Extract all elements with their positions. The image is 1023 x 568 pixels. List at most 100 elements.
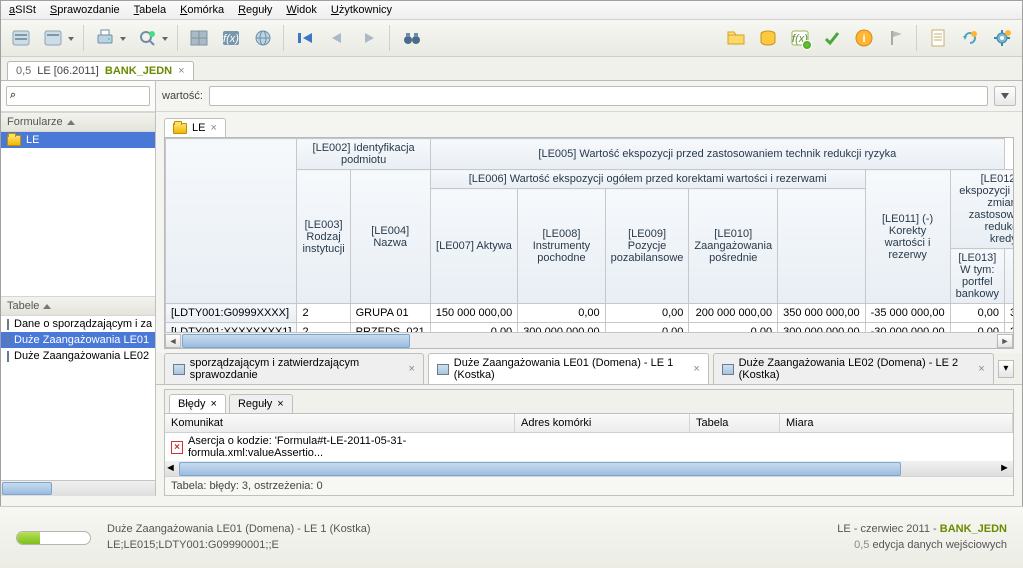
col-le004[interactable]: [LE004] Nazwa	[350, 170, 430, 304]
col-le013[interactable]: [LE013] W tym: portfel bankowy	[950, 249, 1004, 304]
col-le007[interactable]: [LE007] Aktywa	[430, 189, 517, 304]
tb-globe-icon[interactable]	[249, 24, 277, 52]
folder-icon	[173, 123, 187, 134]
err-col-komunikat[interactable]: Komunikat	[165, 414, 515, 432]
document-tab[interactable]: 0,5 LE [06.2011] BANK_JEDN ×	[7, 61, 194, 80]
table-icon	[7, 351, 9, 362]
sheet-tab-le[interactable]: LE ×	[164, 118, 226, 137]
value-dropdown-button[interactable]	[994, 86, 1016, 106]
errors-tab-bledy[interactable]: Błędy×	[169, 394, 226, 413]
bottom-tabs: sporządzającym i zatwierdzającym sprawoz…	[156, 353, 1022, 385]
svg-text:i: i	[862, 33, 865, 45]
left-panel: ⌕ Formularze LE Tabele Dane o sporządzaj…	[1, 81, 156, 496]
col-le002[interactable]: [LE002] Identyfikacja podmiotu	[297, 139, 430, 170]
table-row[interactable]: [LDTY001:G0999XXXX]2GRUPA 01150 000 000,…	[166, 304, 1014, 323]
tabele-header[interactable]: Tabele	[1, 296, 155, 316]
menu-asist[interactable]: aSISt	[9, 4, 36, 16]
doc-tab-mid: LE [06.2011]	[37, 65, 99, 77]
tb-refresh-icon[interactable]	[956, 24, 984, 52]
search-icon: ⌕	[10, 89, 16, 102]
close-icon[interactable]: ×	[211, 398, 217, 410]
folder-icon	[7, 135, 21, 146]
doc-tab-bank: BANK_JEDN	[105, 65, 172, 77]
errors-header: Komunikat Adres komórki Tabela Miara	[165, 414, 1013, 433]
svg-text:f(x): f(x)	[223, 33, 239, 45]
error-row[interactable]: ×Asercja o kodzie: 'Formula#t-LE-2011-05…	[165, 433, 1013, 462]
btab-0[interactable]: sporządzającym i zatwierdzającym sprawoz…	[164, 353, 424, 384]
table-icon	[7, 319, 9, 330]
document-tab-row: 0,5 LE [06.2011] BANK_JEDN ×	[1, 57, 1022, 81]
tb-grid1-icon[interactable]	[185, 24, 213, 52]
value-input[interactable]	[209, 86, 988, 106]
col-le011[interactable]: [LE011] (-) Korekty wartości i rezerwy	[865, 170, 950, 304]
tree-search-input[interactable]	[6, 86, 150, 106]
col-le010[interactable]: [LE010] Zaangażowania pośrednie	[689, 189, 778, 304]
close-icon[interactable]: ×	[409, 363, 415, 375]
left-scrollbar[interactable]	[1, 480, 155, 496]
close-icon[interactable]: ×	[210, 122, 216, 134]
col-le009[interactable]: [LE009] Pozycje pozabilansowe	[605, 189, 689, 304]
btab-1[interactable]: Duże Zaangażowania LE01 (Domena) - LE 1 …	[428, 353, 709, 384]
errors-status: Tabela: błędy: 3, ostrzeżenia: 0	[165, 476, 1013, 495]
tb-flag-icon[interactable]	[882, 24, 910, 52]
tb-report-dropdown-icon[interactable]	[39, 24, 67, 52]
status-bar: Duże Zaangażowania LE01 (Domena) - LE 1 …	[0, 506, 1023, 568]
menu-tabela[interactable]: Tabela	[134, 4, 166, 16]
err-col-adres[interactable]: Adres komórki	[515, 414, 690, 432]
toolbar: f(x) f(x) i	[1, 20, 1022, 57]
tb-print-dropdown-icon[interactable]	[91, 24, 119, 52]
tb-binoculars-icon[interactable]	[397, 24, 425, 52]
col-le003[interactable]: [LE003] Rodzaj instytucji	[297, 170, 350, 304]
err-h-scrollbar[interactable]: ◄ ►	[165, 462, 1013, 476]
tb-doc-icon[interactable]	[924, 24, 952, 52]
tb-report-icon[interactable]	[7, 24, 35, 52]
doc-tab-prefix: 0,5	[16, 65, 31, 77]
menu-sprawozdanie[interactable]: Sprawozdanie	[50, 4, 120, 16]
close-icon[interactable]: ×	[178, 65, 184, 77]
close-icon[interactable]: ×	[693, 363, 699, 375]
menu-widok[interactable]: Widok	[286, 4, 317, 16]
tb-check-icon[interactable]	[818, 24, 846, 52]
tb-search-dropdown-icon[interactable]	[133, 24, 161, 52]
tb-nav-first-icon[interactable]	[291, 24, 319, 52]
close-icon[interactable]: ×	[978, 363, 984, 375]
tree-item[interactable]: Dane o sporządzającym i za	[1, 316, 155, 332]
status-right: LE - czerwiec 2011 - BANK_JEDN 0,5 edycj…	[837, 522, 1007, 553]
formularze-header[interactable]: Formularze	[1, 112, 155, 132]
error-icon: ×	[171, 441, 183, 454]
errors-tab-reguly[interactable]: Reguły×	[229, 394, 293, 413]
tb-fx-icon[interactable]: f(x)	[217, 24, 245, 52]
menu-bar: aSISt Sprawozdanie Tabela Komórka Reguły…	[1, 1, 1022, 20]
err-col-tabela[interactable]: Tabela	[690, 414, 780, 432]
tree-item[interactable]: Duże Zaangażowania LE01	[1, 332, 155, 348]
progress-bar	[16, 531, 91, 545]
tb-nav-prev-icon[interactable]	[323, 24, 351, 52]
menu-reguly[interactable]: Reguły	[238, 4, 272, 16]
tb-gear-icon[interactable]	[988, 24, 1016, 52]
tree-item[interactable]: LE	[1, 132, 155, 148]
data-grid: [LE002] Identyfikacja podmiotu [LE005] W…	[164, 137, 1014, 349]
close-icon[interactable]: ×	[277, 398, 283, 410]
col-le005[interactable]: [LE005] Wartość ekspozycji przed zastoso…	[430, 139, 1004, 170]
table-icon	[7, 335, 9, 346]
errors-panel: Błędy× Reguły× Komunikat Adres komórki T…	[164, 389, 1014, 496]
status-meta: Duże Zaangażowania LE01 (Domena) - LE 1 …	[107, 522, 371, 553]
tb-folder-icon[interactable]	[722, 24, 750, 52]
menu-komorka[interactable]: Komórka	[180, 4, 224, 16]
col-le008[interactable]: [LE008] Instrumenty pochodne	[518, 189, 605, 304]
btab-2[interactable]: Duże Zaangażowania LE02 (Domena) - LE 2 …	[713, 353, 994, 384]
tree-item[interactable]: Duże Zaangażowania LE02	[1, 348, 155, 364]
svg-text:f(x): f(x)	[792, 33, 808, 45]
col-le006[interactable]: [LE006] Wartość ekspozycji ogółem przed …	[430, 170, 865, 189]
collapse-icon	[67, 120, 75, 125]
col-le012[interactable]: [LE012] Wartość ekspozycji przed efektem…	[950, 170, 1013, 249]
tb-fx-check-icon[interactable]: f(x)	[786, 24, 814, 52]
menu-uzytkownicy[interactable]: Użytkownicy	[331, 4, 392, 16]
grid-h-scrollbar[interactable]: ◄ ►	[165, 332, 1013, 348]
tabs-overflow-button[interactable]: ▾	[998, 360, 1014, 378]
tb-nav-next-icon[interactable]	[355, 24, 383, 52]
tb-db-icon[interactable]	[754, 24, 782, 52]
tb-info-icon[interactable]: i	[850, 24, 878, 52]
err-col-miara[interactable]: Miara	[780, 414, 1013, 432]
table-row[interactable]: [LDTY001:XXXXXXXX1]2PRZEDS. 0210,00300 0…	[166, 323, 1014, 333]
